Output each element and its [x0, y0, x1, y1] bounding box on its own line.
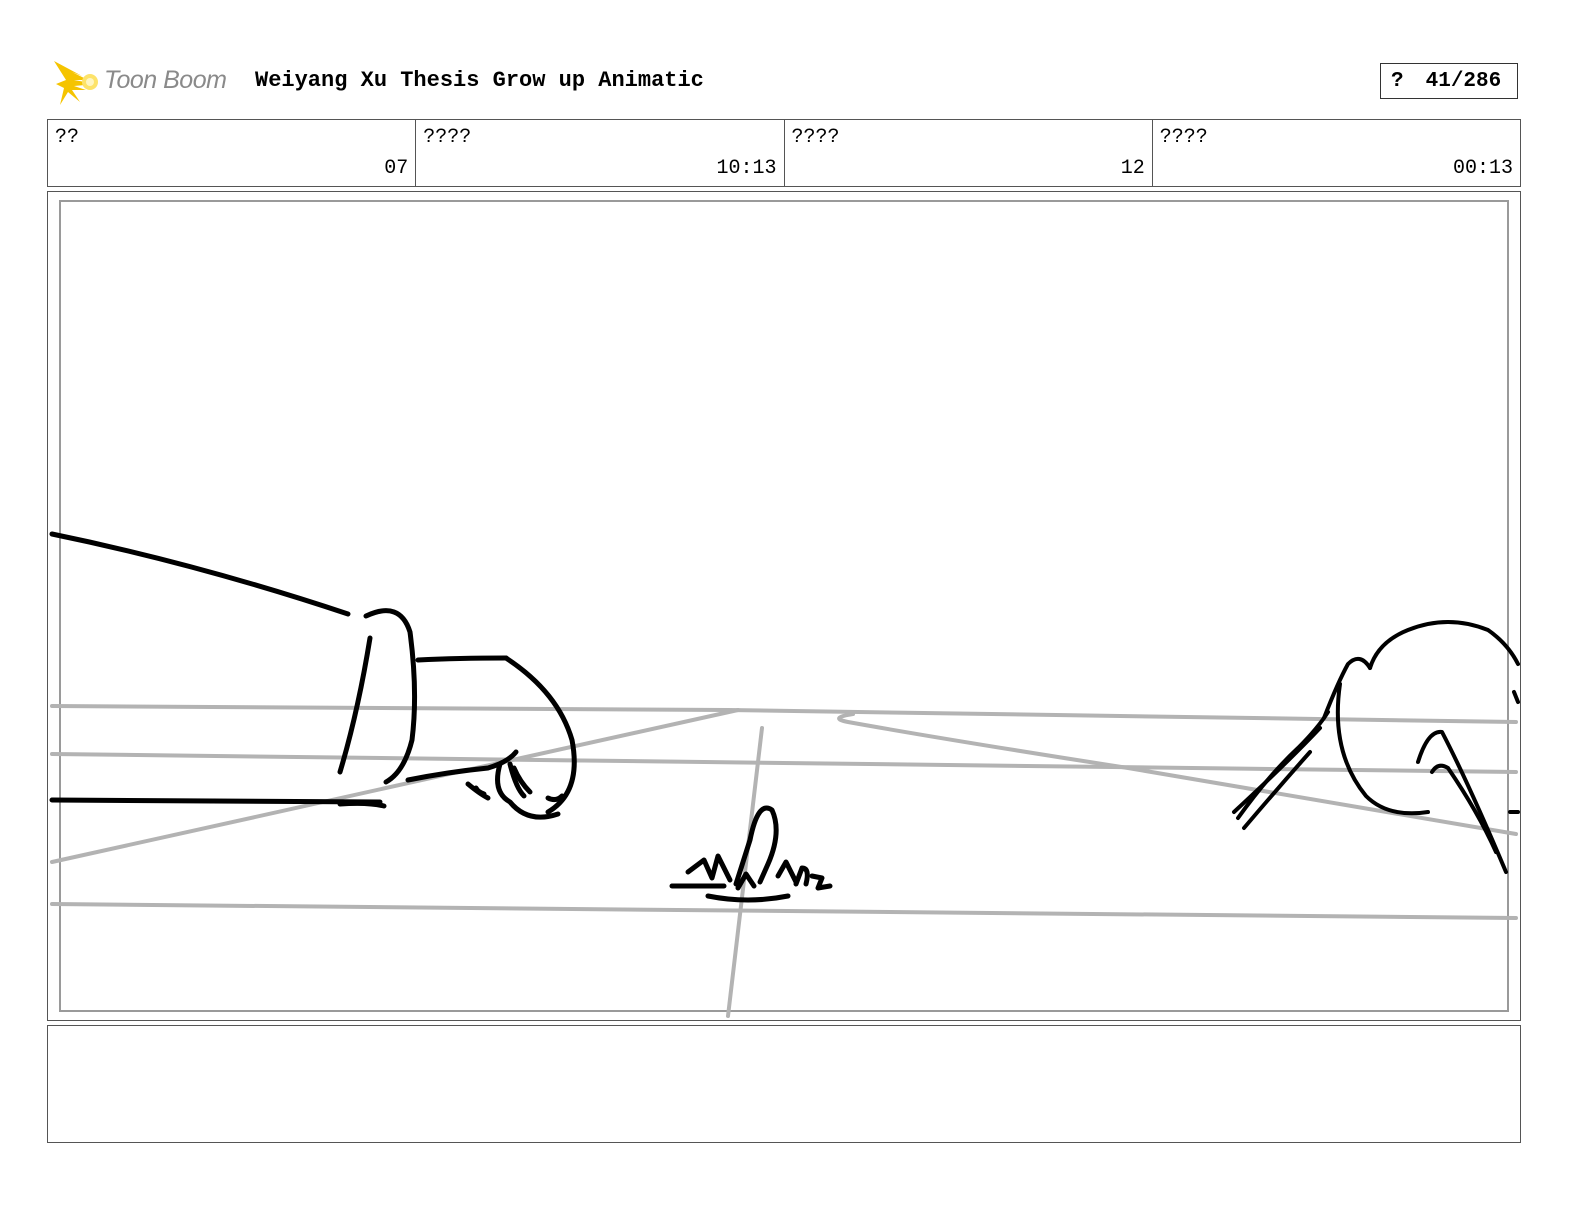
notes-panel [47, 1025, 1521, 1143]
page-marker: ? [1391, 69, 1404, 93]
info-value: 10:13 [716, 157, 777, 180]
info-cell-panel-duration: ???? 00:13 [1153, 120, 1520, 186]
page-number: 41/286 [1425, 69, 1502, 93]
project-title: Weiyang Xu Thesis Grow up Animatic [255, 68, 704, 93]
info-cell-scene: ?? 07 [48, 120, 417, 186]
info-label: ?? [55, 126, 80, 149]
storyboard-panel [47, 191, 1521, 1021]
info-label: ???? [791, 126, 840, 149]
info-label: ???? [423, 126, 472, 149]
sketch-drawing [49, 531, 1520, 1018]
creature-sketch [1232, 620, 1520, 874]
starburst-icon [54, 61, 98, 105]
info-value: 12 [1120, 157, 1145, 180]
logo-text: Toon Boom [104, 66, 227, 94]
info-cell-duration: ???? 10:13 [416, 120, 785, 186]
page-counter: ? 41/286 [1380, 63, 1518, 99]
toon-boom-logo: Toon Boom [52, 58, 242, 108]
info-label: ???? [1159, 126, 1208, 149]
panel-info-row: ?? 07 ???? 10:13 ???? 12 ???? 00:13 [47, 119, 1521, 187]
fist-sketch [49, 531, 577, 820]
info-value: 00:13 [1452, 157, 1513, 180]
info-value: 07 [384, 157, 409, 180]
info-cell-panel: ???? 12 [785, 120, 1153, 186]
